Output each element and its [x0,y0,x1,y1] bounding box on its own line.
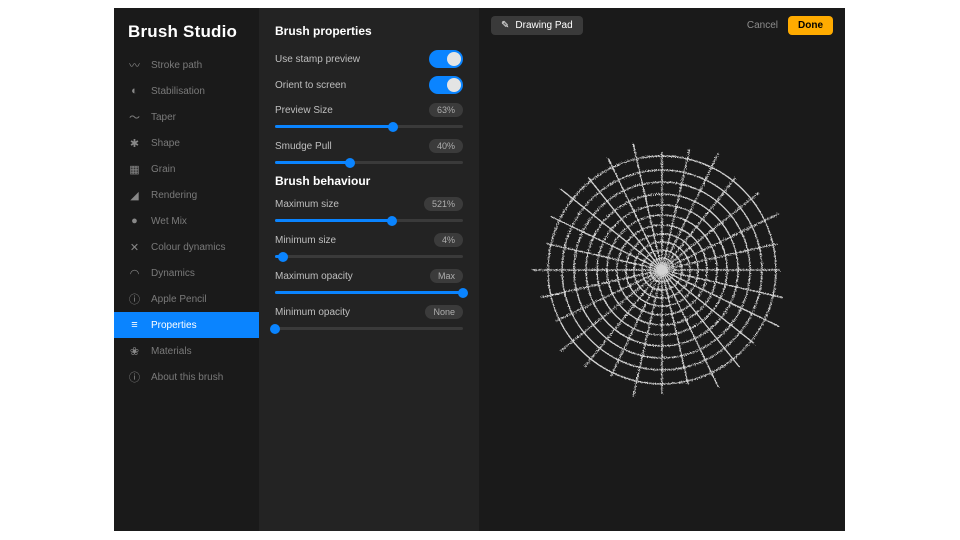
brush-preview-art [522,130,802,410]
rendering-icon: ◢ [128,189,141,202]
sidebar-item-label: Apple Pencil [151,294,207,305]
cancel-button[interactable]: Cancel [747,20,778,31]
grain-icon: ▦ [128,163,141,176]
sidebar-item-label: Taper [151,112,176,123]
sidebar-item-properties[interactable]: ≡ Properties [114,312,259,338]
sidebar-item-shape[interactable]: ✱ Shape [114,130,259,156]
slider-label: Minimum opacity [275,307,350,318]
shape-icon: ✱ [128,137,141,150]
slider-label: Maximum size [275,199,339,210]
sidebar-item-label: Properties [151,320,197,331]
sidebar-item-wet-mix[interactable]: ● Wet Mix [114,208,259,234]
slider-value: 63% [429,103,463,117]
slider-maximum-size[interactable]: Maximum size 521% [275,196,463,222]
drawing-pad-button[interactable]: ✎ Drawing Pad [491,16,583,35]
properties-icon: ≡ [128,319,141,332]
slider-track[interactable] [275,125,463,128]
sidebar-item-stabilisation[interactable]: ◐ Stabilisation [114,78,259,104]
materials-icon: ❀ [128,345,141,358]
slider-track[interactable] [275,291,463,294]
toggle-stamp-preview-label: Use stamp preview [275,54,360,65]
sidebar-item-label: Materials [151,346,192,357]
slider-value: 521% [424,197,463,211]
slider-track[interactable] [275,255,463,258]
slider-minimum-size[interactable]: Minimum size 4% [275,232,463,258]
slider-smudge-pull[interactable]: Smudge Pull 40% [275,138,463,164]
stroke-path-icon: 〰 [128,59,141,72]
dynamics-color-icon: ✕ [128,241,141,254]
sidebar-item-label: Rendering [151,190,197,201]
slider-value: None [425,305,463,319]
sidebar-item-grain[interactable]: ▦ Grain [114,156,259,182]
sidebar: Brush Studio 〰 Stroke path ◐ Stabilisation 〜… [114,8,259,531]
slider-value: Max [430,269,463,283]
stabilisation-icon: ◐ [128,85,141,98]
taper-icon: 〜 [128,111,141,124]
edit-icon: ✎ [501,20,509,31]
dynamics-icon: ◠ [128,267,141,280]
toggle-orient-screen[interactable] [429,76,463,94]
wet-mix-icon: ● [128,215,141,228]
drawing-canvas[interactable] [479,8,845,531]
settings-pane: Brush properties Use stamp preview Orien… [259,8,479,531]
sidebar-item-apple-pencil[interactable]: ⓘ Apple Pencil [114,286,259,312]
slider-label: Smudge Pull [275,141,332,152]
sidebar-item-about-this-brush[interactable]: ⓘ About this brush [114,364,259,390]
toggle-stamp-preview[interactable] [429,50,463,68]
sidebar-item-materials[interactable]: ❀ Materials [114,338,259,364]
sidebar-item-label: Stroke path [151,60,202,71]
sidebar-item-dynamics[interactable]: ◠ Dynamics [114,260,259,286]
sidebar-item-stroke-path[interactable]: 〰 Stroke path [114,52,259,78]
apple-pencil-icon: ⓘ [128,293,141,306]
sidebar-item-rendering[interactable]: ◢ Rendering [114,182,259,208]
slider-maximum-opacity[interactable]: Maximum opacity Max [275,268,463,294]
about-icon: ⓘ [128,371,141,384]
sidebar-item-label: Wet Mix [151,216,187,227]
slider-track[interactable] [275,327,463,330]
slider-minimum-opacity[interactable]: Minimum opacity None [275,304,463,330]
section-brush-properties: Brush properties [275,24,463,38]
toggle-orient-screen-label: Orient to screen [275,80,346,91]
slider-label: Minimum size [275,235,336,246]
app-title: Brush Studio [114,16,259,52]
sidebar-item-label: About this brush [151,372,223,383]
slider-label: Maximum opacity [275,271,353,282]
slider-track[interactable] [275,161,463,164]
slider-track[interactable] [275,219,463,222]
preview-pane: ✎ Drawing Pad Cancel Done [479,8,845,531]
slider-value: 40% [429,139,463,153]
drawing-pad-label: Drawing Pad [515,20,572,31]
section-brush-behaviour: Brush behaviour [275,174,463,188]
brush-studio-window: Brush Studio 〰 Stroke path ◐ Stabilisation 〜… [114,8,845,531]
slider-label: Preview Size [275,105,333,116]
slider-value: 4% [434,233,463,247]
sidebar-item-label: Stabilisation [151,86,205,97]
sidebar-item-label: Colour dynamics [151,242,225,253]
slider-preview-size[interactable]: Preview Size 63% [275,102,463,128]
sidebar-item-label: Shape [151,138,180,149]
sidebar-item-label: Grain [151,164,175,175]
sidebar-item-colour-dynamics[interactable]: ✕ Colour dynamics [114,234,259,260]
sidebar-item-taper[interactable]: 〜 Taper [114,104,259,130]
done-button[interactable]: Done [788,16,833,35]
sidebar-item-label: Dynamics [151,268,195,279]
